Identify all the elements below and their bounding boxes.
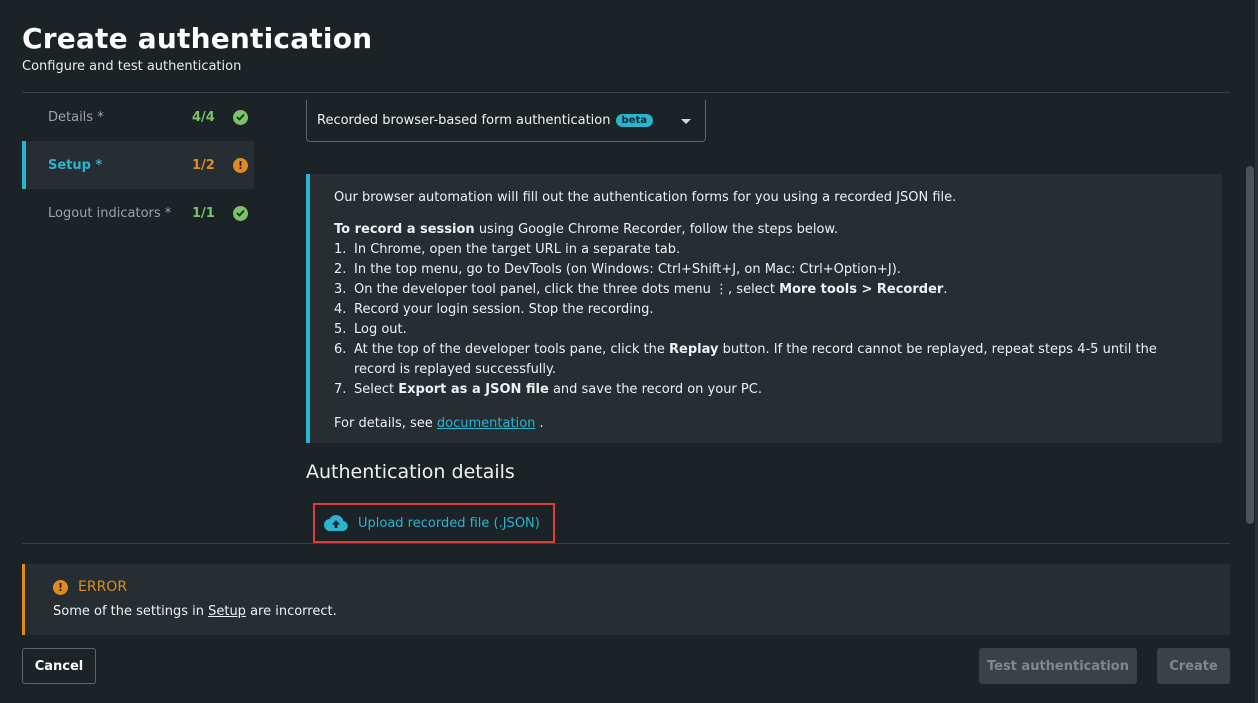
list-item: 5. Log out. — [334, 320, 1222, 340]
step-count: 1/2 — [192, 157, 215, 173]
step-setup[interactable]: Setup * 1/2 ! — [22, 141, 254, 189]
page-title: Create authentication — [22, 22, 373, 55]
error-header: ! ERROR — [53, 579, 1230, 595]
info-record-bold: To record a session — [334, 222, 475, 237]
upload-label: Upload recorded file (.JSON) — [358, 515, 540, 531]
check-circle-icon — [233, 205, 248, 221]
step-navigation: Details * 4/4 Setup * 1/2 ! Logout indic… — [22, 93, 254, 237]
error-text: are incorrect. — [245, 604, 337, 619]
list-text: In Chrome, open the target URL in a sepa… — [354, 242, 681, 257]
step-label: Details * — [48, 109, 104, 125]
list-item: 2. In the top menu, go to DevTools (on Wi… — [334, 260, 1222, 280]
list-text: Log out. — [354, 322, 407, 337]
dialog-header: Create authentication Configure and test… — [22, 22, 372, 74]
cloud-upload-icon — [324, 515, 348, 531]
warning-circle-icon: ! — [233, 157, 248, 173]
list-number: 7. — [334, 382, 347, 397]
list-text: and save the record on your PC. — [548, 382, 762, 397]
list-number: 4. — [334, 302, 347, 317]
check-circle-icon — [233, 109, 248, 125]
upload-recorded-file-button[interactable]: Upload recorded file (.JSON) — [324, 515, 540, 531]
beta-badge: beta — [615, 114, 653, 127]
list-number: 2. — [334, 262, 347, 277]
step-label: Setup * — [48, 157, 103, 173]
step-logout-indicators[interactable]: Logout indicators * 1/1 — [22, 189, 254, 237]
info-record-line: To record a session using Google Chrome … — [334, 220, 1222, 240]
list-text: . — [943, 282, 948, 297]
step-count: 1/1 — [192, 205, 215, 221]
setup-link[interactable]: Setup — [208, 604, 246, 619]
list-item: 1. In Chrome, open the target URL in a se… — [334, 240, 1222, 260]
info-intro: Our browser automation will fill out the… — [334, 190, 957, 205]
list-text: Select — [354, 382, 399, 397]
auth-details-heading: Authentication details — [306, 461, 515, 483]
list-text: On the developer tool panel, click the t… — [354, 282, 780, 297]
details-text: For details, see — [334, 416, 437, 431]
auth-type-select[interactable]: Recorded browser-based form authenticati… — [306, 100, 706, 142]
test-authentication-button[interactable]: Test authentication — [979, 648, 1137, 684]
list-number: 3. — [334, 282, 347, 297]
list-item: 6. At the top of the developer tools pane… — [334, 340, 1222, 380]
list-text-bold: Replay — [669, 342, 719, 357]
list-text-bold: More tools > Recorder — [779, 282, 944, 297]
list-item: 7. Select Export as a JSON file and save … — [334, 380, 1222, 400]
error-text: Some of the settings in — [53, 604, 209, 619]
documentation-link[interactable]: documentation — [437, 416, 535, 431]
list-item: 4. Record your login session. Stop the re… — [334, 300, 1222, 320]
create-authentication-dialog: Create authentication Configure and test… — [0, 0, 1258, 703]
cancel-button[interactable]: Cancel — [22, 648, 96, 684]
list-text-bold: Export as a JSON file — [398, 382, 549, 397]
details-text: . — [535, 416, 544, 431]
page-subtitle: Configure and test authentication — [22, 59, 242, 74]
instruction-list: 1. In Chrome, open the target URL in a se… — [334, 240, 1222, 400]
upload-highlight: Upload recorded file (.JSON) — [313, 503, 555, 543]
info-details-line: For details, see documentation . — [334, 414, 1222, 434]
error-title: ERROR — [78, 579, 128, 595]
chevron-down-icon — [681, 119, 691, 124]
list-number: 1. — [334, 242, 347, 257]
step-count: 4/4 — [192, 109, 215, 125]
create-button[interactable]: Create — [1157, 648, 1230, 684]
recorder-instructions: Our browser automation will fill out the… — [306, 174, 1222, 443]
list-text: Record your login session. Stop the reco… — [354, 302, 654, 317]
list-number: 5. — [334, 322, 347, 337]
step-details[interactable]: Details * 4/4 — [22, 93, 254, 141]
error-banner: ! ERROR Some of the settings in Setup ar… — [22, 564, 1230, 635]
list-item: 3. On the developer tool panel, click the… — [334, 280, 1222, 300]
step-label: Logout indicators * — [48, 205, 172, 221]
list-text: In the top menu, go to DevTools (on Wind… — [354, 262, 901, 277]
warning-circle-icon: ! — [53, 579, 68, 595]
auth-type-value: Recorded browser-based form authenticati… — [317, 113, 611, 128]
info-record-rest: using Google Chrome Recorder, follow the… — [474, 222, 839, 237]
list-text: At the top of the developer tools pane, … — [354, 342, 670, 357]
divider-bottom — [22, 543, 1230, 544]
error-message: Some of the settings in Setup are incorr… — [53, 604, 1230, 619]
scrollbar-thumb[interactable] — [1246, 166, 1254, 524]
list-number: 6. — [334, 342, 347, 357]
